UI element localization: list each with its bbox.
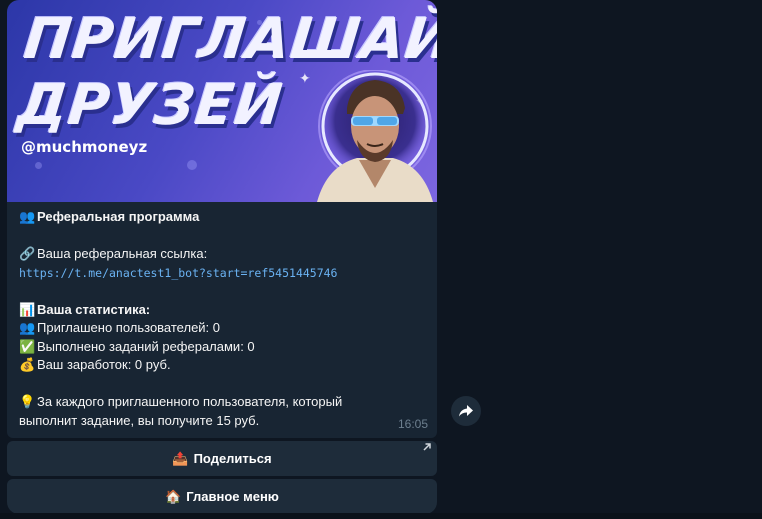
link-icon: 🔗: [19, 246, 36, 261]
link-label: Ваша реферальная ссылка:: [37, 246, 208, 261]
link-label-row: 🔗 Ваша реферальная ссылка:: [19, 245, 425, 264]
heading-text: Реферальная программа: [37, 209, 200, 224]
tip-text-line2: выполнит задание, вы получите 15 руб.: [19, 412, 260, 428]
message-bubble: ✦ ✦ ПРИГЛАШАЙ ДРУЗЕЙ @muchmoneyz: [7, 0, 437, 438]
earnings-value: Ваш заработок: 0 руб.: [37, 357, 171, 372]
message-time: 16:05: [397, 416, 428, 431]
bottom-divider: [0, 513, 762, 519]
heading-row: 👥 Реферальная программа: [19, 208, 425, 227]
forward-arrow-icon: [459, 405, 473, 417]
light-bulb-icon: 💡: [19, 394, 36, 409]
link-row: https://t.me/anactest1_bot?start=ref5451…: [19, 264, 425, 283]
check-mark-icon: ✅: [19, 338, 36, 354]
referral-banner-image[interactable]: ✦ ✦ ПРИГЛАШАЙ ДРУЗЕЙ @muchmoneyz: [7, 0, 437, 202]
outbox-icon: 📤: [172, 451, 189, 466]
completed-count: Выполнено заданий рефералами: 0: [37, 338, 255, 354]
referral-link[interactable]: https://t.me/anactest1_bot?start=ref5451…: [19, 266, 338, 280]
tip-row: 💡 За каждого приглашенного пользователя, …: [19, 393, 425, 412]
invited-count: Приглашено пользователей: 0: [37, 320, 221, 335]
external-link-arrow-icon: [423, 443, 431, 451]
share-button-label: Поделиться: [193, 451, 272, 466]
portrait-illustration: [317, 70, 433, 202]
earnings-row: 💰 Ваш заработок: 0 руб.: [19, 356, 425, 375]
tip-row-2: выполнит задание, вы получите 15 руб.: [19, 412, 425, 431]
banner-decor-dot: [187, 160, 197, 170]
house-icon: 🏠: [165, 489, 182, 504]
message-text: 👥 Реферальная программа 🔗 Ваша реферальная…: [7, 202, 437, 438]
completed-row: ✅ Выполнено заданий рефералами: 0: [19, 338, 425, 357]
bot-message: ✦ ✦ ПРИГЛАШАЙ ДРУЗЕЙ @muchmoneyz: [7, 0, 437, 514]
bar-chart-icon: 📊: [19, 301, 36, 317]
tip-text-line1: За каждого приглашенного пользователя, к…: [37, 394, 343, 409]
banner-handle: @muchmoneyz: [21, 138, 148, 156]
share-button[interactable]: 📤 Поделиться: [7, 441, 437, 476]
stats-heading-row: 📊 Ваша статистика:: [19, 301, 425, 320]
forward-message-button[interactable]: [451, 396, 481, 426]
main-menu-button[interactable]: 🏠 Главное меню: [7, 479, 437, 514]
people-icon: 👥: [19, 209, 36, 224]
people-icon: 👥: [19, 320, 36, 335]
banner-title-line1: ПРИГЛАШАЙ: [21, 7, 437, 72]
banner-decor-dot: [35, 162, 42, 169]
main-menu-button-label: Главное меню: [186, 489, 279, 504]
stats-heading: Ваша статистика:: [37, 301, 151, 317]
invited-row: 👥 Приглашено пользователей: 0: [19, 319, 425, 338]
money-bag-icon: 💰: [19, 357, 36, 372]
